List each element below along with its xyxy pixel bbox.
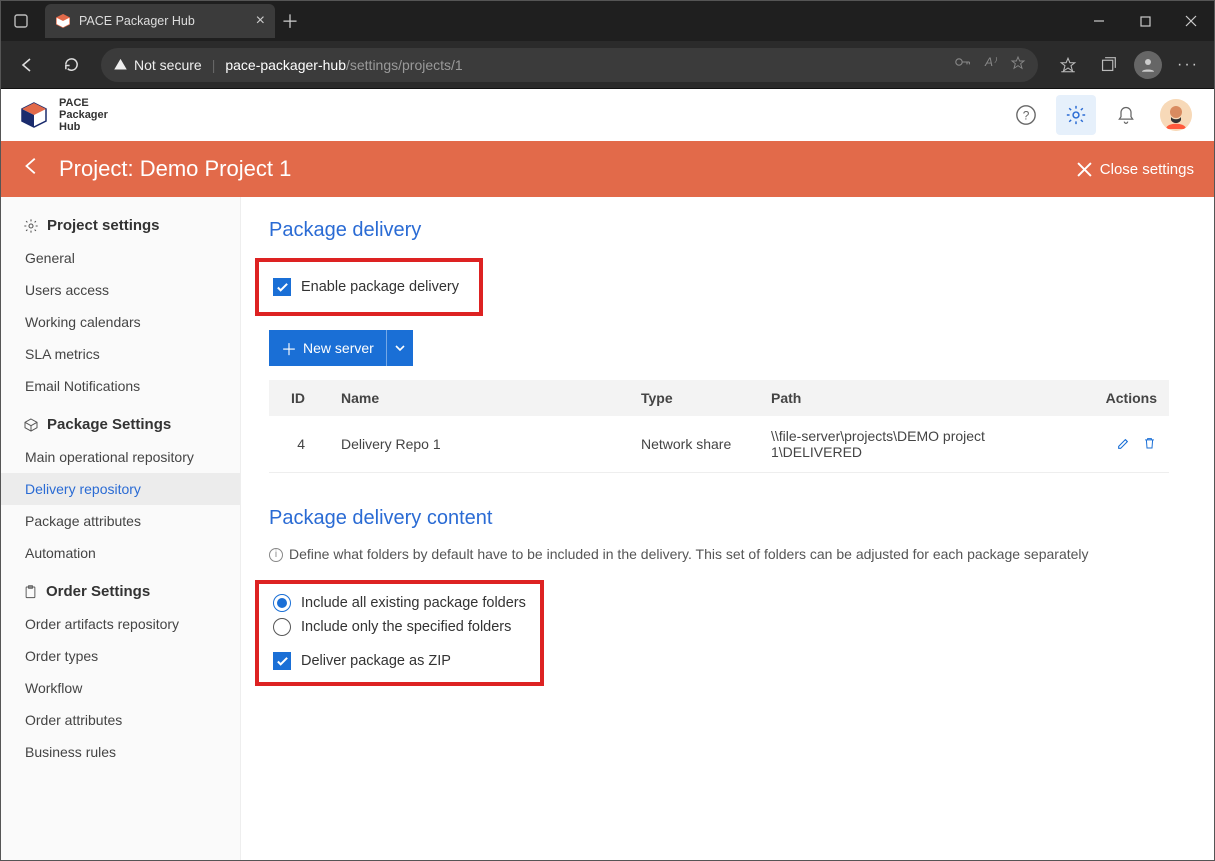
- new-tab-button[interactable]: ＋: [275, 6, 305, 36]
- warning-icon: [113, 57, 128, 72]
- col-path: Path: [759, 380, 1079, 416]
- clipboard-icon: [23, 584, 38, 600]
- app-logo-text: PACEPackagerHub: [59, 97, 108, 133]
- new-server-button[interactable]: ＋New server: [269, 330, 413, 366]
- profile-icon[interactable]: [1128, 45, 1168, 85]
- radio-include-all[interactable]: [273, 594, 291, 612]
- page-title: Project: Demo Project 1: [59, 156, 291, 182]
- delete-row-button[interactable]: [1142, 435, 1157, 454]
- sidebar-item-working-calendars[interactable]: Working calendars: [1, 306, 240, 338]
- zip-label: Deliver package as ZIP: [301, 653, 451, 669]
- new-server-dropdown[interactable]: [387, 330, 413, 366]
- highlight-content-options: Include all existing package folders Inc…: [255, 580, 544, 686]
- radio-include-specified[interactable]: [273, 618, 291, 636]
- password-icon[interactable]: [955, 55, 971, 74]
- col-actions: Actions: [1079, 380, 1169, 416]
- table-row: 4 Delivery Repo 1 Network share \\file-s…: [269, 416, 1169, 473]
- window-minimize-icon[interactable]: [1076, 1, 1122, 41]
- gear-icon: [23, 218, 39, 234]
- sidebar-item-automation[interactable]: Automation: [1, 537, 240, 569]
- browser-toolbar: Not secure | pace-packager-hub/settings/…: [1, 41, 1214, 89]
- sidebar-item-delivery-repo[interactable]: Delivery repository: [1, 473, 240, 505]
- help-button[interactable]: ?: [1006, 95, 1046, 135]
- favorites-bar-icon[interactable]: [1048, 45, 1088, 85]
- close-settings-button[interactable]: Close settings: [1077, 161, 1194, 178]
- tab-title: PACE Packager Hub: [79, 14, 195, 28]
- browser-titlebar: PACE Packager Hub × ＋: [1, 1, 1214, 41]
- banner-back-button[interactable]: [21, 155, 43, 183]
- info-line: i Define what folders by default have to…: [269, 546, 1186, 562]
- browser-tab[interactable]: PACE Packager Hub ×: [45, 4, 275, 38]
- radio-include-all-label: Include all existing package folders: [301, 595, 526, 611]
- main-content: Package delivery Enable package delivery…: [241, 197, 1214, 860]
- nav-refresh-icon[interactable]: [51, 45, 91, 85]
- sidebar-item-sla-metrics[interactable]: SLA metrics: [1, 338, 240, 370]
- sidebar-group-package: Package Settings: [1, 410, 240, 441]
- window-close-icon[interactable]: [1168, 1, 1214, 41]
- page-banner: Project: Demo Project 1 Close settings: [1, 141, 1214, 197]
- enable-delivery-label: Enable package delivery: [301, 279, 459, 295]
- favorite-icon[interactable]: [1010, 55, 1026, 74]
- more-icon[interactable]: ···: [1168, 45, 1208, 85]
- zip-checkbox[interactable]: [273, 652, 291, 670]
- sidebar-item-business-rules[interactable]: Business rules: [1, 736, 240, 768]
- sidebar-group-order: Order Settings: [1, 577, 240, 608]
- col-id: ID: [269, 380, 329, 416]
- app-header: PACEPackagerHub ?: [1, 89, 1214, 141]
- radio-include-specified-label: Include only the specified folders: [301, 619, 511, 635]
- sidebar-item-main-repo[interactable]: Main operational repository: [1, 441, 240, 473]
- sidebar: Project settings General Users access Wo…: [1, 197, 241, 860]
- window-maximize-icon[interactable]: [1122, 1, 1168, 41]
- app-logo-icon: [19, 100, 49, 130]
- sidebar-item-email-notifications[interactable]: Email Notifications: [1, 370, 240, 402]
- url-text: pace-packager-hub/settings/projects/1: [225, 57, 462, 73]
- highlight-enable: Enable package delivery: [255, 258, 483, 316]
- url-bar[interactable]: Not secure | pace-packager-hub/settings/…: [101, 48, 1038, 82]
- nav-back-icon[interactable]: [7, 45, 47, 85]
- section-title-content: Package delivery content: [269, 507, 1186, 530]
- col-name: Name: [329, 380, 629, 416]
- sidebar-item-order-artifacts[interactable]: Order artifacts repository: [1, 608, 240, 640]
- close-tab-icon[interactable]: ×: [256, 12, 265, 30]
- security-indicator[interactable]: Not secure: [113, 57, 202, 73]
- plus-icon: ＋: [281, 336, 297, 360]
- sidebar-item-order-attributes[interactable]: Order attributes: [1, 704, 240, 736]
- sidebar-group-project: Project settings: [1, 211, 240, 242]
- cell-name: Delivery Repo 1: [329, 416, 629, 473]
- user-avatar[interactable]: [1156, 95, 1196, 135]
- cell-type: Network share: [629, 416, 759, 473]
- svg-text:?: ?: [1023, 109, 1030, 123]
- package-icon: [23, 417, 39, 433]
- collections-icon[interactable]: [1088, 45, 1128, 85]
- sidebar-item-general[interactable]: General: [1, 242, 240, 274]
- enable-delivery-checkbox[interactable]: [273, 278, 291, 296]
- chevron-down-icon: [395, 343, 405, 353]
- read-aloud-icon[interactable]: A⁾: [985, 55, 996, 74]
- edit-row-button[interactable]: [1116, 435, 1132, 454]
- cell-path: \\file-server\projects\DEMO project 1\DE…: [759, 416, 1079, 473]
- favicon-icon: [55, 13, 71, 29]
- cell-id: 4: [269, 416, 329, 473]
- sidebar-item-order-types[interactable]: Order types: [1, 640, 240, 672]
- settings-button[interactable]: [1056, 95, 1096, 135]
- sidebar-item-package-attributes[interactable]: Package attributes: [1, 505, 240, 537]
- tab-actions-icon[interactable]: [1, 1, 41, 41]
- col-type: Type: [629, 380, 759, 416]
- close-icon: [1077, 162, 1092, 177]
- servers-table: ID Name Type Path Actions 4 Delivery Rep…: [269, 380, 1169, 473]
- notifications-button[interactable]: [1106, 95, 1146, 135]
- section-title-delivery: Package delivery: [269, 219, 1186, 242]
- sidebar-item-users-access[interactable]: Users access: [1, 274, 240, 306]
- app-viewport: PACEPackagerHub ? Project: Demo Project …: [1, 89, 1214, 860]
- sidebar-item-workflow[interactable]: Workflow: [1, 672, 240, 704]
- info-icon: i: [269, 548, 283, 562]
